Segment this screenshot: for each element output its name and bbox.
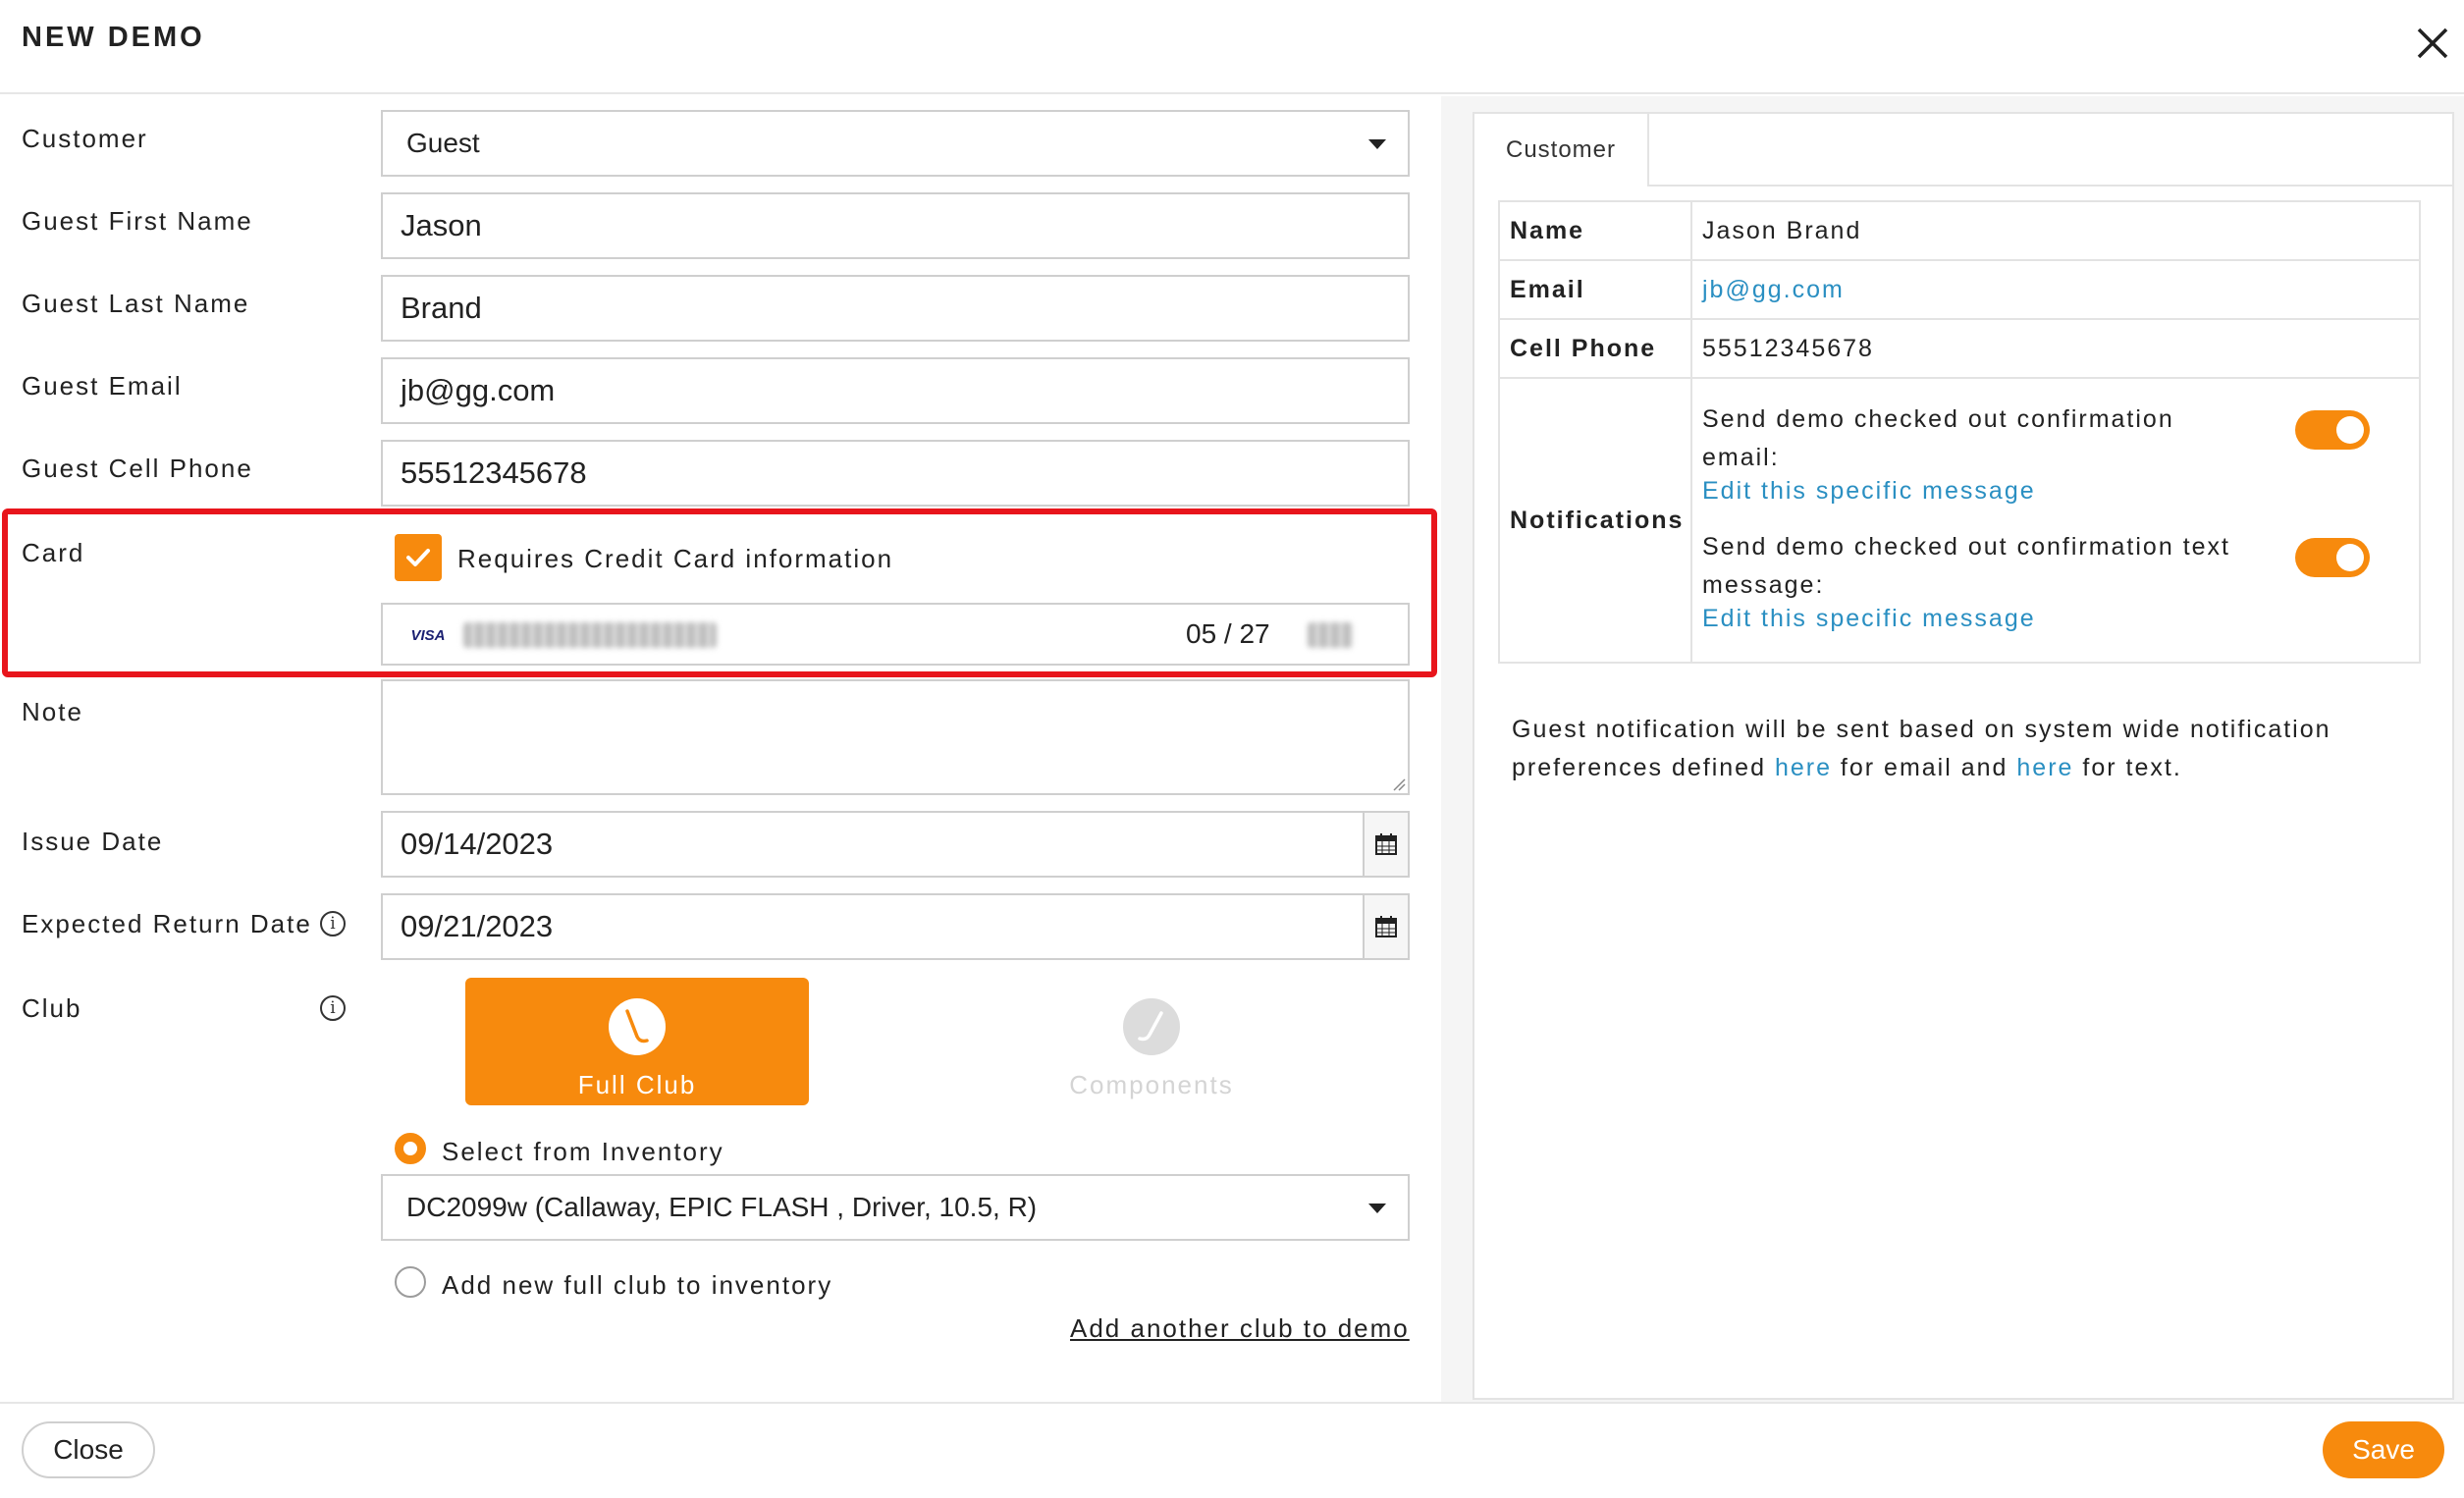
row-key: Notifications <box>1498 377 1692 664</box>
info-icon[interactable]: i <box>320 911 346 936</box>
card-number-masked <box>463 622 717 648</box>
caret-down-icon <box>1368 1204 1386 1213</box>
modal-footer: Close Save <box>0 1402 2464 1498</box>
first-name-label: Guest First Name <box>22 206 253 236</box>
return-date-label: Expected Return Date <box>22 909 312 938</box>
add-new-club-label: Add new full club to inventory <box>442 1270 833 1300</box>
close-icon[interactable] <box>2409 20 2456 67</box>
note-textarea[interactable] <box>381 679 1410 795</box>
club-option-full-club[interactable]: Full Club <box>465 978 809 1105</box>
notification-text-message: Send demo checked out confirmation text … <box>1702 520 2419 648</box>
return-date-input[interactable]: 09/21/2023 <box>381 893 1410 960</box>
components-icon <box>1123 998 1180 1055</box>
select-inventory-label: Select from Inventory <box>442 1137 724 1166</box>
credit-card-field[interactable]: VISA 05 / 27 <box>381 603 1410 666</box>
customer-info-table: Name Jason Brand Email jb@gg.com Cell Ph… <box>1498 200 2421 664</box>
requires-card-checkbox[interactable] <box>395 534 442 581</box>
table-row: Name Jason Brand <box>1498 200 2421 261</box>
cell-phone-label: Guest Cell Phone <box>22 454 253 483</box>
note-label: Note <box>22 697 83 726</box>
notification-text: Send demo checked out confirmation text … <box>1702 533 2230 599</box>
page-title: NEW DEMO <box>22 22 205 53</box>
edit-message-link[interactable]: Edit this specific message <box>1702 477 2036 506</box>
text-notification-toggle[interactable] <box>2295 538 2370 577</box>
card-label: Card <box>22 538 85 567</box>
footnote-text: for email and <box>1831 754 2017 781</box>
visa-icon: VISA <box>410 626 446 644</box>
email-notification-toggle[interactable] <box>2295 410 2370 450</box>
add-new-club-radio[interactable] <box>395 1266 426 1298</box>
customer-value: Guest <box>406 128 480 158</box>
table-row: Cell Phone 55512345678 <box>1498 318 2421 379</box>
issue-date-label: Issue Date <box>22 827 164 856</box>
cell-phone-input[interactable]: 55512345678 <box>381 440 1410 507</box>
calendar-icon[interactable] <box>1363 895 1408 958</box>
club-label: Club <box>22 993 82 1023</box>
last-name-label: Guest Last Name <box>22 289 250 318</box>
modal-header: NEW DEMO <box>0 0 2464 94</box>
email-preferences-link[interactable]: here <box>1775 754 1832 781</box>
select-inventory-radio[interactable] <box>395 1133 426 1164</box>
issue-date-input[interactable]: 09/14/2023 <box>381 811 1410 878</box>
footnote-text: for text. <box>2073 754 2182 781</box>
table-row: Notifications Send demo checked out conf… <box>1498 377 2421 664</box>
requires-card-label: Requires Credit Card information <box>457 544 894 573</box>
inventory-value: DC2099w (Callaway, EPIC FLASH , Driver, … <box>406 1192 1038 1222</box>
notification-email: Send demo checked out confirmation email… <box>1702 393 2419 520</box>
notification-text: Send demo checked out confirmation email… <box>1702 405 2174 471</box>
tab-divider <box>1649 185 2454 187</box>
last-name-input[interactable]: Brand <box>381 275 1410 342</box>
email-label: Guest Email <box>22 371 183 401</box>
row-key: Cell Phone <box>1498 318 1692 379</box>
customer-label: Customer <box>22 124 148 153</box>
edit-message-link[interactable]: Edit this specific message <box>1702 605 2036 633</box>
first-name-input[interactable]: Jason <box>381 192 1410 259</box>
resize-handle-icon[interactable] <box>1392 777 1406 791</box>
club-option-components[interactable]: Components <box>980 978 1323 1105</box>
caret-down-icon <box>1368 139 1386 149</box>
row-value: Jason Brand <box>1690 200 2421 261</box>
card-cvc-masked <box>1308 622 1353 648</box>
card-expiry: 05 / 27 <box>1186 618 1270 649</box>
save-button[interactable]: Save <box>2323 1421 2444 1478</box>
close-button[interactable]: Close <box>22 1421 155 1478</box>
customer-select[interactable]: Guest <box>381 110 1410 177</box>
inventory-select[interactable]: DC2099w (Callaway, EPIC FLASH , Driver, … <box>381 1174 1410 1241</box>
info-icon[interactable]: i <box>320 995 346 1021</box>
club-option-label: Components <box>1069 1070 1234 1099</box>
golf-club-icon <box>609 998 666 1055</box>
row-key: Name <box>1498 200 1692 261</box>
notifications-cell: Send demo checked out confirmation email… <box>1690 377 2421 664</box>
email-input[interactable]: jb@gg.com <box>381 357 1410 424</box>
calendar-icon[interactable] <box>1363 813 1408 876</box>
notification-footnote: Guest notification will be sent based on… <box>1512 711 2395 787</box>
row-value: 55512345678 <box>1690 318 2421 379</box>
issue-date-value: 09/14/2023 <box>401 827 554 861</box>
tab-customer[interactable]: Customer <box>1473 112 1649 187</box>
table-row: Email jb@gg.com <box>1498 259 2421 320</box>
check-icon <box>406 549 430 566</box>
email-link[interactable]: jb@gg.com <box>1690 259 2421 320</box>
club-option-label: Full Club <box>577 1070 697 1099</box>
row-key: Email <box>1498 259 1692 320</box>
toggle-knob <box>2336 416 2364 444</box>
add-another-club-link[interactable]: Add another club to demo <box>1070 1313 1410 1344</box>
toggle-knob <box>2336 544 2364 571</box>
return-date-value: 09/21/2023 <box>401 909 554 943</box>
text-preferences-link[interactable]: here <box>2016 754 2073 781</box>
